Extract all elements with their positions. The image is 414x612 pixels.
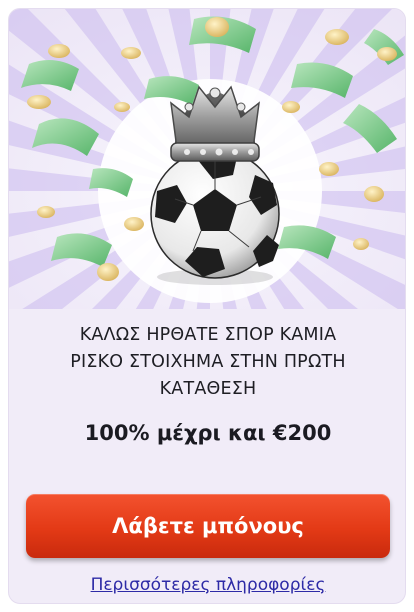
get-bonus-button[interactable]: Λάβετε μπόνους (26, 494, 390, 558)
bonus-offer-text: 100% μέχρι και €200 (84, 421, 332, 445)
promo-card: ΚΑΛΩΣ ΗΡΘΑΤΕ ΣΠΟΡ ΚΑΜΙΑ ΡΙΣΚΟ ΣΤΟΙΧΗΜΑ Σ… (8, 8, 406, 604)
headline-line-3: ΚΑΤΑΘΕΣΗ (159, 379, 257, 399)
promo-headline: ΚΑΛΩΣ ΗΡΘΑΤΕ ΣΠΟΡ ΚΑΜΙΑ ΡΙΣΚΟ ΣΤΟΙΧΗΜΑ Σ… (29, 322, 387, 403)
headline-line-1: ΚΑΛΩΣ ΗΡΘΑΤΕ ΣΠΟΡ ΚΑΜΙΑ (79, 325, 337, 345)
hero-illustration (9, 9, 405, 309)
more-info-link[interactable]: Περισσότερες πληροφορίες (9, 575, 405, 595)
money-rain-illustration (9, 9, 405, 309)
headline-line-2: ΡΙΣΚΟ ΣΤΟΙΧΗΜΑ ΣΤΗΝ ΠΡΩΤΗ (70, 352, 346, 372)
